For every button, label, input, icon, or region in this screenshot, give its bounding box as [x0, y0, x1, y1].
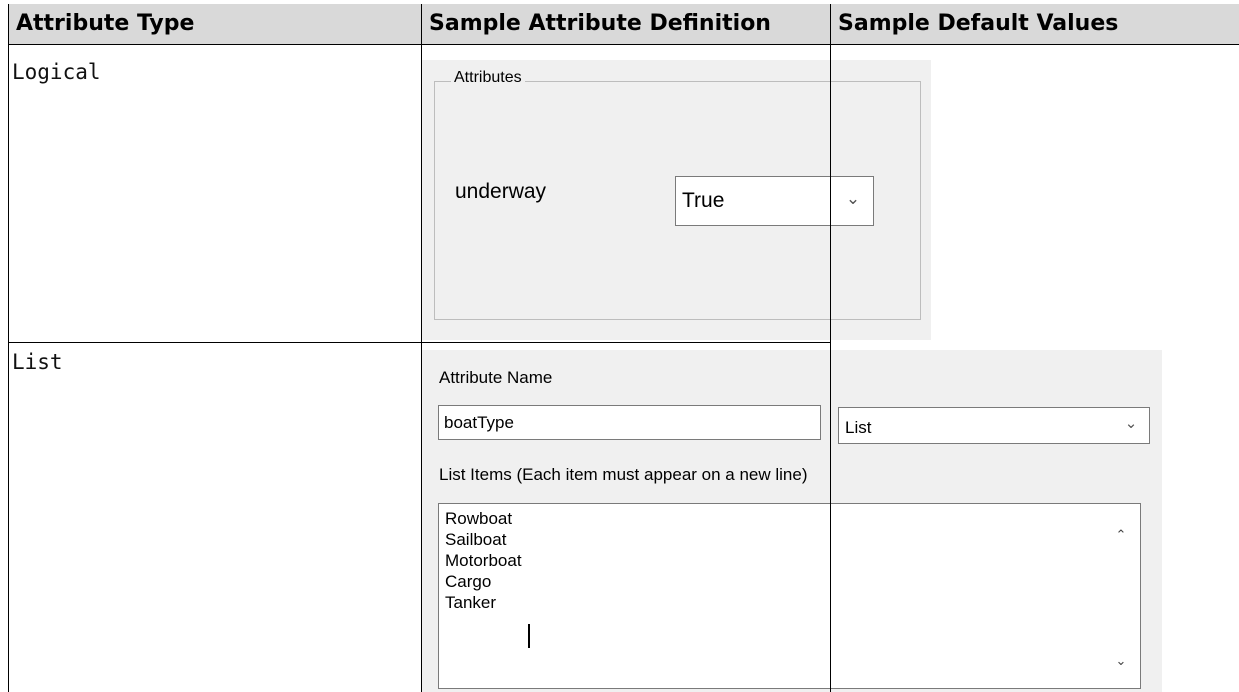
attribute-type-combobox[interactable]: List ⌄ — [838, 407, 1150, 444]
grid-line-col2 — [421, 4, 422, 692]
attributes-group-title: Attributes — [451, 69, 525, 87]
attribute-type-cell-logical: Logical — [12, 60, 101, 84]
underway-label: underway — [455, 180, 547, 203]
list-item: Motorboat — [445, 551, 522, 570]
grid-line-left — [8, 4, 9, 692]
chevron-down-icon[interactable]: ⌄ — [1111, 654, 1131, 669]
list-item: Tanker — [445, 593, 497, 612]
list-items-label: List Items (Each item must appear on a n… — [439, 465, 808, 484]
list-item: Rowboat — [445, 509, 513, 528]
list-item: Cargo — [445, 572, 492, 591]
attribute-type-cell-list: List — [12, 350, 63, 374]
grid-line-row-separator — [8, 342, 831, 343]
chevron-down-icon[interactable]: ⌄ — [1117, 414, 1145, 432]
logical-value-combobox[interactable]: True ⌄ — [675, 176, 874, 226]
attribute-name-input[interactable]: boatType — [438, 405, 821, 440]
chevron-up-icon[interactable]: ⌃ — [1111, 528, 1131, 543]
attribute-name-value: boatType — [444, 413, 514, 432]
column-header-sample-attribute-definition: Sample Attribute Definition — [429, 11, 771, 36]
attribute-name-label: Attribute Name — [439, 368, 553, 387]
list-items-textarea[interactable]: Rowboat Sailboat Motorboat Cargo Tanker … — [438, 503, 1141, 689]
column-header-sample-default-values: Sample Default Values — [838, 11, 1119, 36]
chevron-down-icon[interactable]: ⌄ — [839, 189, 867, 209]
list-items-content: Rowboat Sailboat Motorboat Cargo Tanker — [445, 508, 522, 613]
grid-line-header-bottom — [8, 44, 1239, 45]
text-cursor — [528, 624, 530, 648]
column-header-attribute-type: Attribute Type — [16, 11, 195, 36]
attribute-type-value: List — [845, 418, 872, 437]
grid-line-col3 — [830, 4, 831, 692]
logical-value-text: True — [682, 189, 725, 212]
list-item: Sailboat — [445, 530, 507, 549]
